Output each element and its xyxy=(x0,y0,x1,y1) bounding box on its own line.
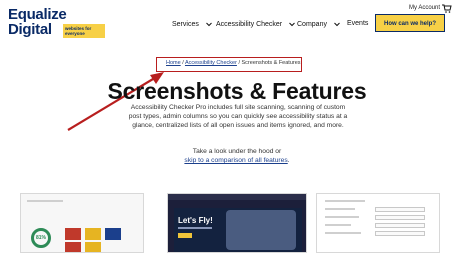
chevron-down-icon xyxy=(289,22,295,27)
screenshot-card-settings[interactable] xyxy=(316,193,440,253)
skip-to-comparison-link[interactable]: skip to a comparison of all features xyxy=(184,157,287,164)
placeholder-line xyxy=(325,224,351,226)
nav-item-accessibility-checker[interactable]: Accessibility Checker xyxy=(216,20,296,28)
stat-tile xyxy=(85,242,101,252)
how-can-we-help-button[interactable]: How can we help? xyxy=(375,14,445,32)
nav-item-events[interactable]: Events xyxy=(347,20,368,27)
logo-tagline: websites for everyone xyxy=(63,24,105,38)
stat-tile xyxy=(65,228,81,240)
nav-label: Services xyxy=(172,20,199,28)
nav-item-services[interactable]: Services xyxy=(172,20,213,28)
stat-tile xyxy=(105,228,121,240)
logo-text-line2: Digital xyxy=(8,21,52,38)
skip-suffix: . xyxy=(287,157,290,164)
breadcrumb-accessibility-checker-link[interactable]: Accessibility Checker xyxy=(185,60,237,66)
placeholder-line xyxy=(325,200,365,202)
stat-tile xyxy=(65,242,81,252)
skip-line: skip to a comparison of all features. xyxy=(0,157,474,164)
chevron-down-icon xyxy=(334,22,340,27)
settings-field xyxy=(375,231,425,236)
placeholder-line xyxy=(27,200,63,202)
breadcrumb: Home / Accessibility Checker / Screensho… xyxy=(166,60,301,66)
placeholder-line xyxy=(325,232,361,234)
stat-tile xyxy=(85,228,101,240)
nav-label: Events xyxy=(347,20,369,27)
nav-item-company[interactable]: Company xyxy=(297,20,341,28)
screenshot-card-frontend[interactable]: Let's Fly! xyxy=(167,193,307,253)
settings-field xyxy=(375,223,425,228)
breadcrumb-home-link[interactable]: Home xyxy=(166,60,181,66)
settings-field xyxy=(375,207,425,212)
score-circle: 81% xyxy=(31,228,51,248)
astronaut-image xyxy=(226,210,296,250)
screenshot-card-dashboard[interactable]: 81% xyxy=(20,193,144,253)
placeholder-line xyxy=(325,208,355,210)
site-topbar xyxy=(168,194,306,200)
my-account-link[interactable]: My Account xyxy=(409,5,440,11)
cart-icon[interactable] xyxy=(442,4,452,13)
hero-title: Let's Fly! xyxy=(178,216,213,225)
logo[interactable]: Equalize Digital websites for everyone xyxy=(8,6,105,40)
nav-label: Accessibility Checker xyxy=(216,20,283,28)
placeholder-line xyxy=(325,216,359,218)
look-text: Take a look under the hood or xyxy=(192,148,282,155)
chevron-down-icon xyxy=(205,22,212,27)
page-title: Screenshots & Features xyxy=(107,78,367,104)
breadcrumb-current: Screenshots & Features xyxy=(241,60,301,66)
intro-paragraph: Accessibility Checker Pro includes full … xyxy=(128,104,348,129)
placeholder-line xyxy=(178,227,212,229)
settings-field xyxy=(375,215,425,220)
hero-button xyxy=(178,233,192,238)
nav-label: Company xyxy=(297,20,327,28)
